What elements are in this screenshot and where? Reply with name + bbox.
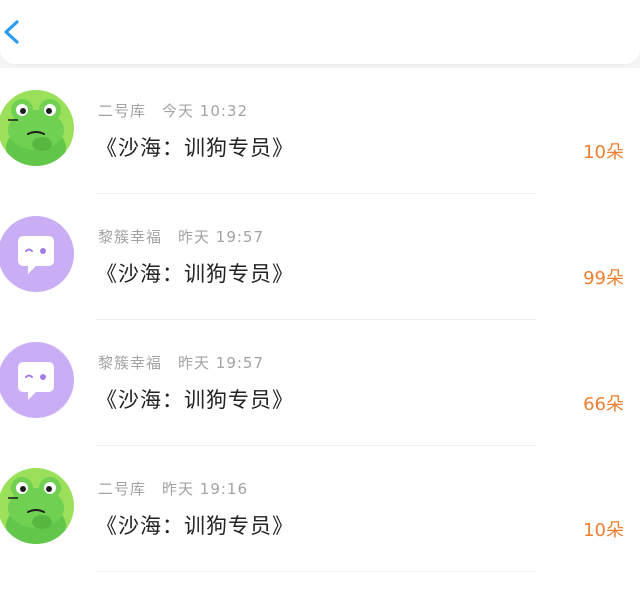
record-time: 昨天 19:57 bbox=[178, 228, 265, 246]
record-meta: 黎簇幸福 昨天 19:57 bbox=[98, 226, 264, 247]
sender-name: 黎簇幸福 bbox=[98, 228, 163, 246]
frog-avatar-icon bbox=[0, 468, 74, 544]
record-time: 今天 10:32 bbox=[162, 102, 249, 120]
list-item[interactable]: 黎簇幸福 昨天 19:57 《沙海：训狗专员》 99朵 bbox=[0, 194, 640, 320]
book-title: 《沙海：训狗专员》 bbox=[96, 136, 294, 160]
frog-avatar-icon bbox=[0, 90, 74, 166]
gift-amount: 10朵 bbox=[583, 142, 624, 163]
list-item[interactable]: 二号库 昨天 19:16 《沙海：训狗专员》 10朵 bbox=[0, 446, 640, 572]
sender-name: 二号库 bbox=[98, 102, 147, 120]
sender-name: 二号库 bbox=[98, 480, 147, 498]
top-bar bbox=[0, 0, 640, 64]
gift-amount: 10朵 bbox=[583, 520, 624, 541]
gift-amount: 66朵 bbox=[583, 394, 624, 415]
avatar[interactable] bbox=[0, 468, 74, 544]
back-button[interactable] bbox=[0, 12, 34, 52]
chat-bubble-avatar-icon bbox=[0, 216, 74, 292]
record-time: 昨天 19:57 bbox=[178, 354, 265, 372]
record-meta: 二号库 今天 10:32 bbox=[98, 100, 248, 121]
avatar[interactable] bbox=[0, 342, 74, 418]
record-time: 昨天 19:16 bbox=[162, 480, 249, 498]
sender-name: 黎簇幸福 bbox=[98, 354, 163, 372]
record-meta: 二号库 昨天 19:16 bbox=[98, 478, 248, 499]
list-item[interactable]: 黎簇幸福 昨天 19:57 《沙海：训狗专员》 66朵 bbox=[0, 320, 640, 446]
chevron-left-icon bbox=[4, 20, 19, 44]
avatar[interactable] bbox=[0, 90, 74, 166]
book-title: 《沙海：训狗专员》 bbox=[96, 262, 294, 286]
book-title: 《沙海：训狗专员》 bbox=[96, 514, 294, 538]
record-meta: 黎簇幸福 昨天 19:57 bbox=[98, 352, 264, 373]
chat-bubble-avatar-icon bbox=[0, 342, 74, 418]
gift-amount: 99朵 bbox=[583, 268, 624, 289]
book-title: 《沙海：训狗专员》 bbox=[96, 388, 294, 412]
divider bbox=[96, 571, 536, 572]
gift-record-list: 二号库 今天 10:32 《沙海：训狗专员》 10朵 黎簇幸福 昨天 19:57 《… bbox=[0, 68, 640, 592]
avatar[interactable] bbox=[0, 216, 74, 292]
list-item[interactable]: 二号库 今天 10:32 《沙海：训狗专员》 10朵 bbox=[0, 68, 640, 194]
